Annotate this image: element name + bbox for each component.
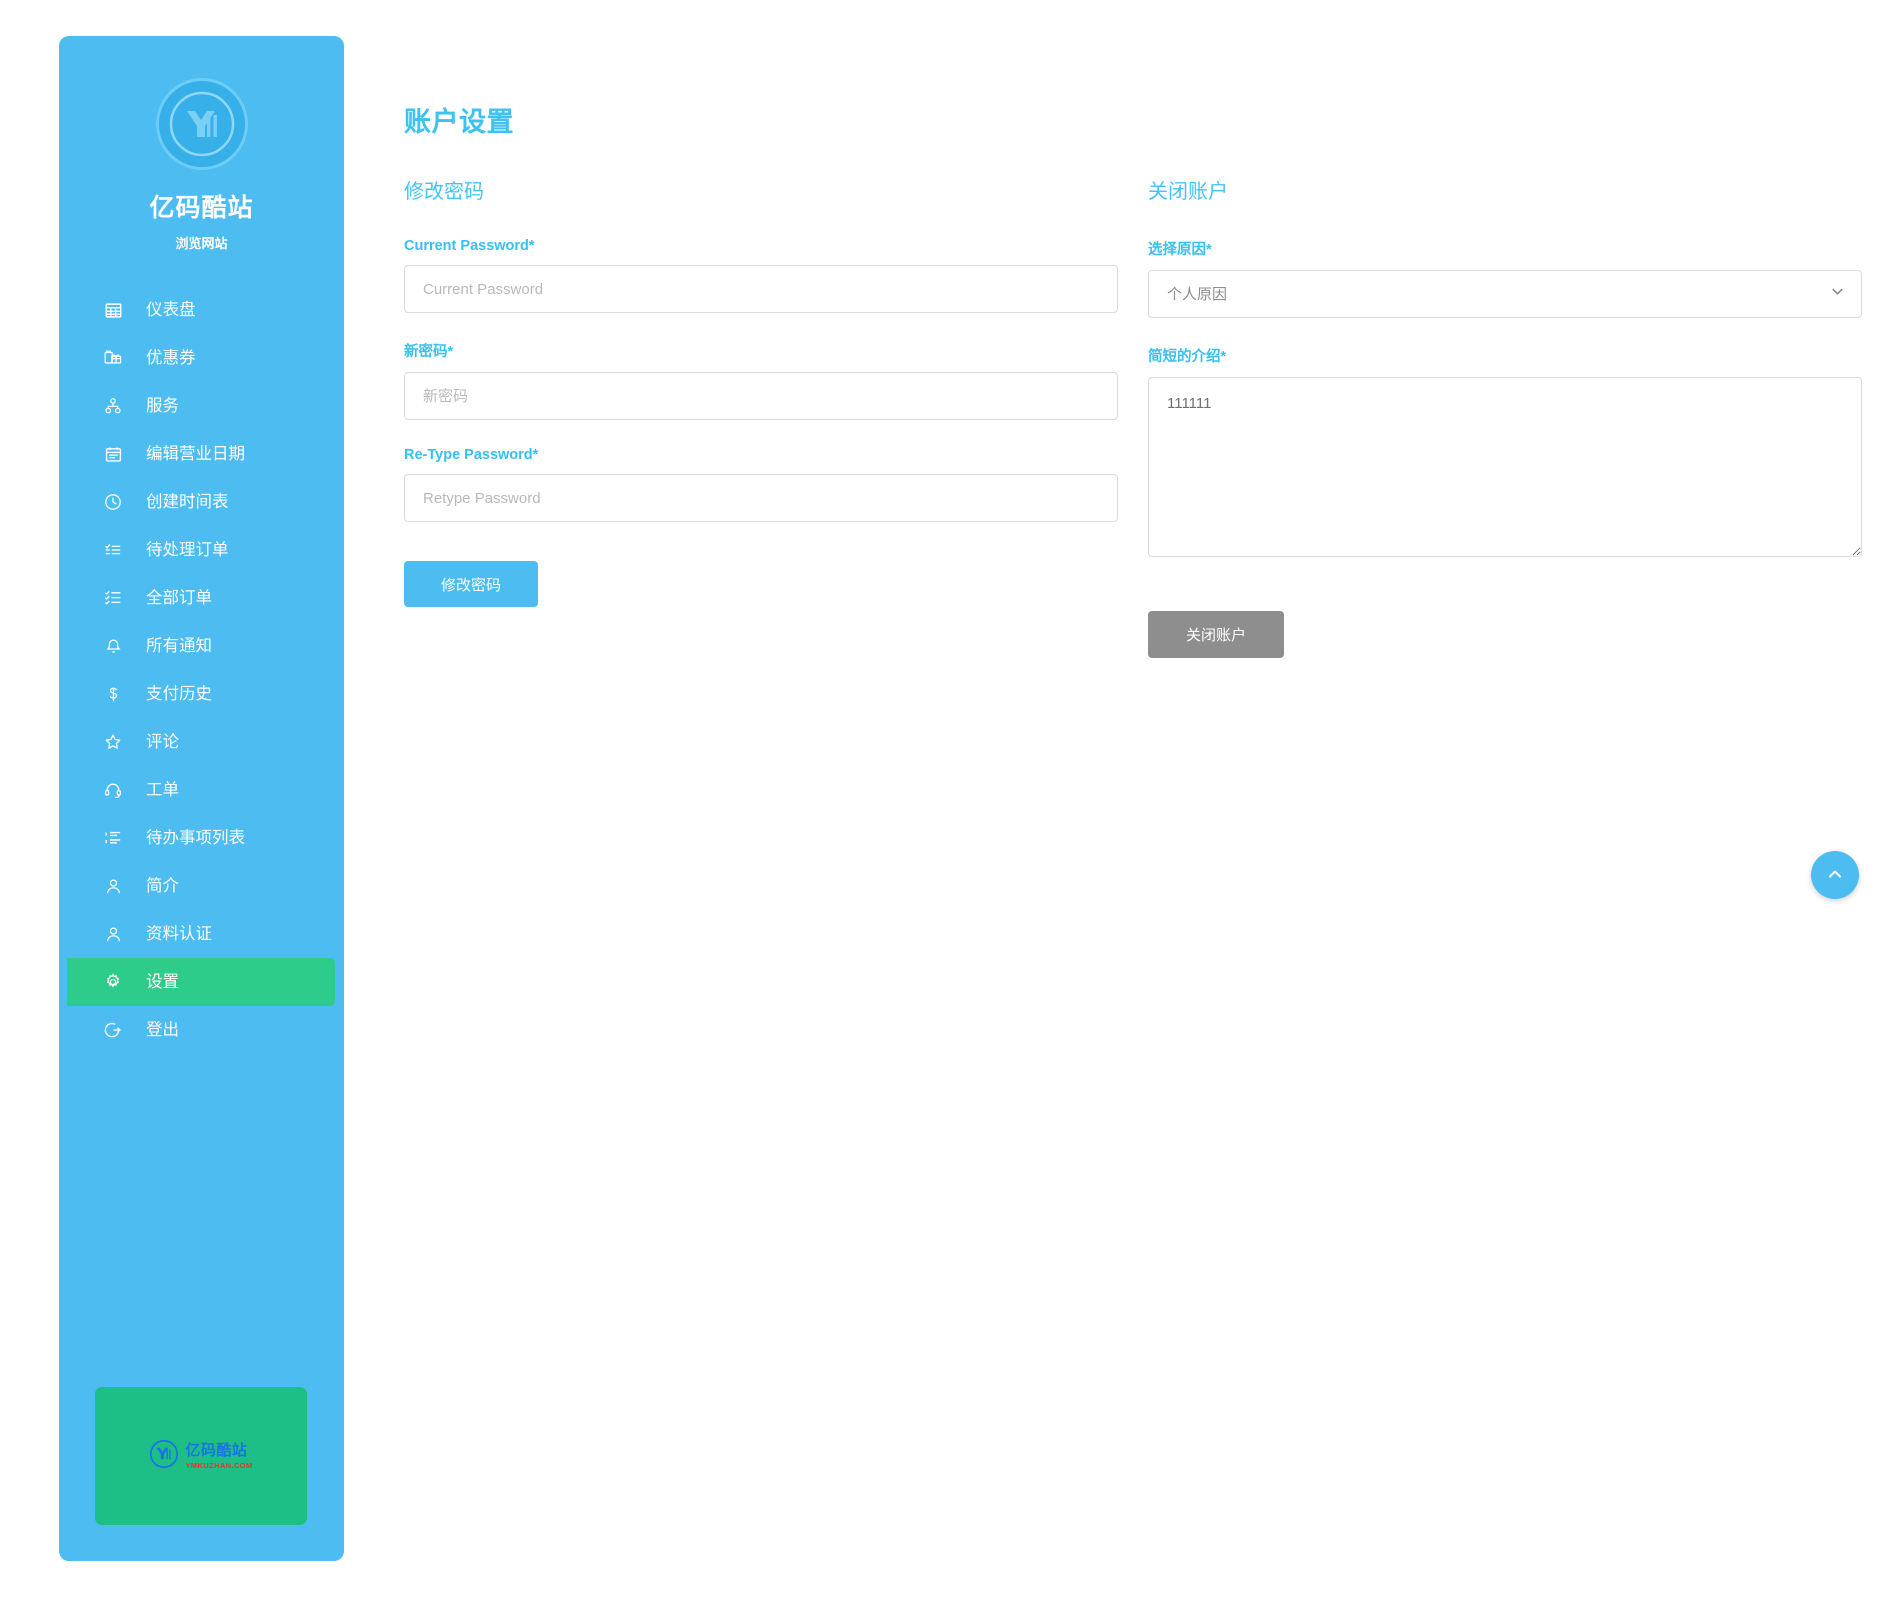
tasks-list-icon bbox=[102, 827, 124, 849]
sidebar-item-label: 评论 bbox=[146, 732, 179, 751]
gear-icon bbox=[102, 971, 124, 993]
sidebar-item-reviews[interactable]: 评论 bbox=[59, 718, 344, 766]
brand-logo-icon bbox=[155, 78, 248, 170]
sidebar-item-profile[interactable]: 简介 bbox=[59, 862, 344, 910]
sidebar-item-label: 所有通知 bbox=[146, 636, 212, 655]
current-password-label: Current Password* bbox=[404, 238, 535, 254]
sidebar-item-payment-history[interactable]: 支付历史 bbox=[59, 670, 344, 718]
current-password-field: Current Password* bbox=[404, 238, 1118, 313]
sidebar-item-label: 设置 bbox=[146, 972, 179, 991]
logout-icon bbox=[102, 1019, 124, 1041]
sidebar-item-services[interactable]: 服务 bbox=[59, 382, 344, 430]
close-reason-select[interactable]: 个人原因 bbox=[1148, 270, 1862, 318]
new-password-field: 新密码* bbox=[404, 340, 1118, 420]
sidebar-item-label: 优惠券 bbox=[146, 348, 196, 367]
bell-icon bbox=[102, 635, 124, 657]
star-icon bbox=[102, 731, 124, 753]
grid-dashboard-icon bbox=[102, 299, 124, 321]
user-icon bbox=[102, 875, 124, 897]
user-check-icon bbox=[102, 923, 124, 945]
sidebar: 亿码酷站 浏览网站 仪表盘 优惠券 服务 编辑营业日期 创建时间表 待处理订单 … bbox=[59, 36, 344, 1561]
gift-coupon-icon bbox=[102, 347, 124, 369]
close-description-field: 简短的介绍* 111111 bbox=[1148, 345, 1862, 562]
retype-password-label: Re-Type Password* bbox=[404, 447, 539, 463]
sidebar-item-notifications[interactable]: 所有通知 bbox=[59, 622, 344, 670]
sidebar-item-label: 仪表盘 bbox=[146, 300, 196, 319]
sidebar-item-coupons[interactable]: 优惠券 bbox=[59, 334, 344, 382]
main-content: 账户设置 修改密码 Current Password* 新密码* Re-Type… bbox=[344, 0, 1903, 1601]
brand-subtitle: 浏览网站 bbox=[175, 236, 228, 251]
headset-icon bbox=[102, 779, 124, 801]
clock-icon bbox=[102, 491, 124, 513]
sidebar-item-verification[interactable]: 资料认证 bbox=[59, 910, 344, 958]
sidebar-item-label: 创建时间表 bbox=[146, 492, 229, 511]
promo-url: YMKUZHAN.COM bbox=[185, 1460, 253, 1470]
sidebar-item-label: 简介 bbox=[146, 876, 179, 895]
sidebar-item-label: 全部订单 bbox=[146, 588, 212, 607]
sidebar-item-todo-list[interactable]: 待办事项列表 bbox=[59, 814, 344, 862]
sidebar-nav: 仪表盘 优惠券 服务 编辑营业日期 创建时间表 待处理订单 全部订单 所有通知 … bbox=[59, 286, 344, 1054]
close-description-label: 简短的介绍* bbox=[1148, 349, 1227, 365]
new-password-label: 新密码* bbox=[404, 344, 454, 360]
brand-name: 亿码酷站 bbox=[149, 194, 254, 222]
sidebar-promo-banner[interactable]: 亿码酷站 YMKUZHAN.COM bbox=[95, 1387, 307, 1525]
chevron-up-icon bbox=[1825, 864, 1845, 887]
change-password-button[interactable]: 修改密码 bbox=[404, 561, 538, 607]
sidebar-item-tickets[interactable]: 工单 bbox=[59, 766, 344, 814]
dollar-icon bbox=[102, 683, 124, 705]
change-password-title: 修改密码 bbox=[404, 181, 484, 203]
settings-columns: 修改密码 Current Password* 新密码* Re-Type Pass… bbox=[404, 175, 1862, 658]
close-reason-label: 选择原因* bbox=[1148, 242, 1212, 258]
current-password-input[interactable] bbox=[404, 265, 1118, 313]
sidebar-item-label: 待办事项列表 bbox=[146, 828, 245, 847]
retype-password-input[interactable] bbox=[404, 474, 1118, 522]
sidebar-item-label: 编辑营业日期 bbox=[146, 444, 245, 463]
retype-password-field: Re-Type Password* bbox=[404, 447, 1118, 522]
sidebar-item-label: 支付历史 bbox=[146, 684, 212, 703]
scroll-to-top-button[interactable] bbox=[1811, 851, 1859, 899]
close-account-button[interactable]: 关闭账户 bbox=[1148, 611, 1284, 658]
close-description-textarea[interactable]: 111111 bbox=[1148, 377, 1862, 557]
new-password-input[interactable] bbox=[404, 372, 1118, 420]
sidebar-item-edit-business-dates[interactable]: 编辑营业日期 bbox=[59, 430, 344, 478]
sidebar-item-settings[interactable]: 设置 bbox=[67, 958, 335, 1006]
sidebar-item-logout[interactable]: 登出 bbox=[59, 1006, 344, 1054]
calendar-icon bbox=[102, 443, 124, 465]
close-account-title: 关闭账户 bbox=[1148, 181, 1228, 203]
sidebar-brand: 亿码酷站 浏览网站 bbox=[59, 36, 344, 252]
sidebar-item-label: 服务 bbox=[146, 396, 179, 415]
sidebar-item-pending-orders[interactable]: 待处理订单 bbox=[59, 526, 344, 574]
change-password-section: 修改密码 Current Password* 新密码* Re-Type Pass… bbox=[404, 175, 1118, 658]
page-title: 账户设置 bbox=[404, 107, 514, 138]
close-reason-field: 选择原因* 个人原因 bbox=[1148, 238, 1862, 318]
sidebar-item-label: 工单 bbox=[146, 780, 179, 799]
promo-logo-icon bbox=[149, 1439, 179, 1474]
promo-title: 亿码酷站 bbox=[185, 1441, 248, 1459]
list-check-icon bbox=[102, 539, 124, 561]
sidebar-item-create-timetable[interactable]: 创建时间表 bbox=[59, 478, 344, 526]
close-account-section: 关闭账户 选择原因* 个人原因 简短的介绍* 111111 关闭账户 bbox=[1148, 175, 1862, 658]
sidebar-item-all-orders[interactable]: 全部订单 bbox=[59, 574, 344, 622]
list-ordered-icon bbox=[102, 587, 124, 609]
sidebar-item-dashboard[interactable]: 仪表盘 bbox=[59, 286, 344, 334]
sidebar-item-label: 登出 bbox=[146, 1020, 179, 1039]
sitemap-service-icon bbox=[102, 395, 124, 417]
sidebar-item-label: 待处理订单 bbox=[146, 540, 229, 559]
sidebar-item-label: 资料认证 bbox=[146, 924, 212, 943]
